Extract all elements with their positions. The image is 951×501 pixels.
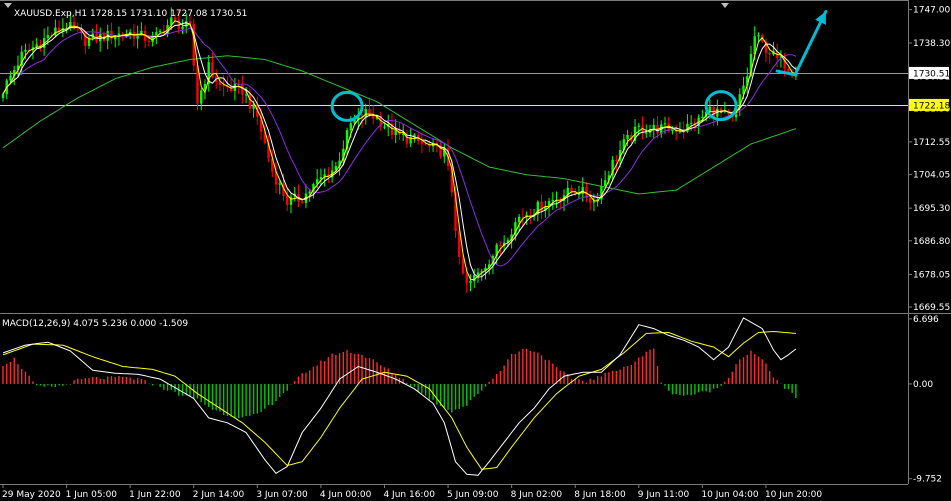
- ma-fast-line: [2, 20, 797, 281]
- candle-body: [465, 273, 468, 284]
- candle-body: [768, 52, 771, 55]
- macd-signal-line: [2, 330, 796, 470]
- candle-body: [241, 84, 244, 95]
- candle-body: [787, 68, 790, 72]
- candle-body: [218, 81, 222, 85]
- candle-body: [114, 36, 117, 40]
- candle-body: [701, 117, 704, 119]
- time-tick-label: 3 Jun 07:00: [256, 490, 308, 500]
- price-tick-label: 1669.55: [913, 303, 950, 313]
- macd-tick-label: 6.696: [913, 315, 939, 325]
- candle-body: [99, 33, 102, 42]
- candle-body: [140, 30, 143, 34]
- candle-body: [476, 272, 480, 276]
- candle-body: [278, 183, 281, 185]
- price-tick-label: 1747.00: [913, 6, 950, 16]
- candle-body: [200, 90, 203, 104]
- candle-body: [301, 201, 304, 203]
- candle-body: [46, 35, 50, 39]
- chart-window[interactable]: 1747.001738.301730.511721.301712.551704.…: [0, 0, 951, 501]
- price-tick-label: 1686.80: [913, 237, 950, 247]
- candle-body: [147, 40, 151, 42]
- time-tick-label: 4 Jun 16:00: [383, 490, 435, 500]
- time-tick-label: 9 Jun 11:00: [638, 490, 690, 500]
- candle-body: [469, 281, 472, 284]
- candle-body: [286, 195, 289, 205]
- candle-body: [244, 94, 248, 96]
- symbol-header: XAUUSD.Exp,H1 1728.15 1731.10 1727.08 17…: [14, 9, 247, 19]
- time-tick-label: 10 Jun 20:00: [765, 490, 822, 500]
- candle-body: [76, 28, 79, 30]
- candle-body: [24, 49, 27, 52]
- price-tick-label: 1704.05: [913, 171, 950, 181]
- chart-scroll-marker-icon[interactable]: [721, 3, 729, 8]
- time-tick-label: 4 Jun 00:00: [320, 490, 372, 500]
- time-tick-label: 5 Jun 09:00: [447, 490, 499, 500]
- time-tick-label: 8 Jun 02:00: [511, 490, 563, 500]
- axes: 1747.001738.301730.511721.301712.551704.…: [2, 6, 950, 500]
- time-tick-label: 10 Jun 04:00: [701, 490, 758, 500]
- ma-slow-line: [2, 27, 797, 267]
- macd-tick-label: -9.752: [913, 475, 942, 485]
- candle-body: [637, 125, 640, 127]
- macd-header: MACD(12,26,9) 4.075 5.236 0.000 -1.509: [2, 319, 188, 329]
- candle-body: [603, 180, 607, 187]
- candle-body: [581, 187, 584, 195]
- macd-main-line: [2, 317, 797, 476]
- candle-body: [551, 199, 554, 202]
- candle-body: [615, 159, 618, 161]
- candle-body: [757, 35, 760, 37]
- candle-body: [499, 244, 502, 246]
- annotation-arrow-line: [775, 69, 798, 77]
- time-tick-label: 29 May 2020: [2, 490, 61, 500]
- candle-body: [689, 122, 693, 124]
- candle-body: [420, 141, 424, 144]
- candle-body: [308, 191, 311, 194]
- candle-body: [517, 216, 521, 223]
- ma-mid-line: [2, 22, 797, 278]
- candle-body: [708, 106, 712, 112]
- candle-body: [645, 132, 648, 134]
- time-tick-label: 8 Jun 18:00: [574, 490, 626, 500]
- price-label-1730.51: 1730.51: [913, 69, 950, 79]
- price-tick-label: 1712.55: [913, 138, 950, 148]
- chart-canvas[interactable]: 1747.001738.301730.511721.301712.551704.…: [0, 0, 951, 501]
- time-tick-label: 2 Jun 14:00: [193, 490, 245, 500]
- main-price-pane: [0, 7, 908, 293]
- candle-body: [181, 26, 184, 30]
- chart-shift-marker-icon[interactable]: [4, 3, 12, 8]
- candle-body: [626, 134, 629, 140]
- macd-tick-label: 0.00: [913, 380, 933, 390]
- macd-pane: [2, 317, 797, 476]
- price-tick-label: 1678.05: [913, 270, 950, 280]
- time-tick-label: 1 Jun 22:00: [129, 490, 181, 500]
- price-tick-label: 1738.30: [913, 39, 950, 49]
- candle-body: [383, 126, 386, 128]
- candle-body: [158, 30, 162, 33]
- candle-body: [9, 75, 12, 81]
- annotation-circle: [330, 90, 364, 122]
- candle-body: [663, 123, 667, 125]
- candle-body: [349, 123, 353, 131]
- time-tick-label: 1 Jun 05:00: [66, 490, 118, 500]
- candle-body: [1, 94, 5, 98]
- price-label-1722.18: 1722.18: [913, 101, 950, 111]
- candle-body: [54, 27, 57, 36]
- price-tick-label: 1695.30: [913, 204, 950, 214]
- candle-body: [588, 197, 592, 203]
- candle-body: [592, 201, 596, 203]
